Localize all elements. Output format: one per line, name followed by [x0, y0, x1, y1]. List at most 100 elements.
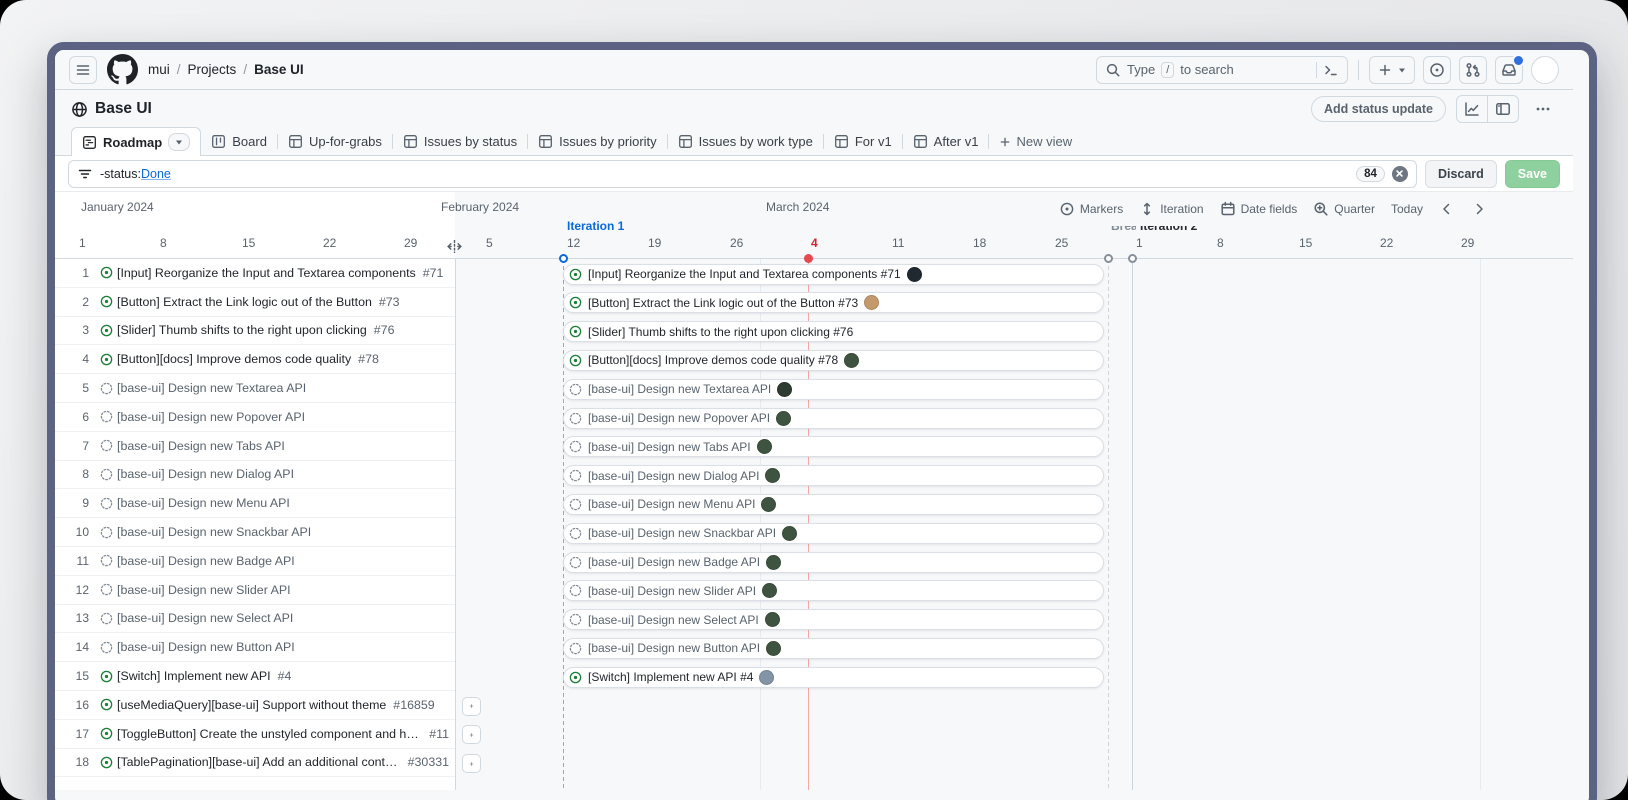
draft-issue-icon: [95, 554, 117, 567]
row-title: [base-ui] Design new Snackbar API: [117, 525, 311, 539]
tab-issues-by-priority[interactable]: Issues by priority: [528, 128, 667, 155]
table-row[interactable]: 15[Switch] Implement new API#4: [55, 662, 455, 691]
row-number: 7: [55, 439, 95, 453]
control-label: Iteration: [1160, 202, 1203, 216]
zoom-quarter-control[interactable]: Quarter: [1313, 201, 1375, 217]
gantt-bar[interactable]: [Switch] Implement new API #4: [563, 667, 1104, 688]
iteration-control[interactable]: Iteration: [1139, 201, 1203, 217]
tab-board[interactable]: Board: [201, 128, 277, 155]
add-date-button[interactable]: [462, 725, 481, 744]
table-row[interactable]: 16[useMediaQuery][base-ui] Support witho…: [55, 691, 455, 720]
gantt-bar[interactable]: [Button][docs] Improve demos code qualit…: [563, 350, 1104, 371]
row-title: [Switch] Implement new API: [117, 669, 271, 683]
table-row[interactable]: 7[base-ui] Design new Tabs API: [55, 432, 455, 461]
row-number: 4: [55, 352, 95, 366]
gantt-bar[interactable]: [Button] Extract the Link logic out of t…: [563, 292, 1104, 313]
marker-dot[interactable]: [1104, 254, 1113, 263]
view-options-caret[interactable]: [168, 133, 190, 151]
table-row[interactable]: 17[ToggleButton] Create the unstyled com…: [55, 720, 455, 749]
table-row[interactable]: 12[base-ui] Design new Slider API: [55, 576, 455, 605]
gantt-bar[interactable]: [Slider] Thumb shifts to the right upon …: [563, 321, 1104, 342]
filter-input[interactable]: -status:Done 84: [68, 160, 1417, 188]
table-row[interactable]: 10[base-ui] Design new Snackbar API: [55, 518, 455, 547]
insights-button[interactable]: [1457, 96, 1487, 122]
user-avatar[interactable]: [1531, 56, 1559, 84]
gantt-bar[interactable]: [base-ui] Design new Snackbar API: [563, 523, 1104, 544]
table-row[interactable]: 2[Button] Extract the Link logic out of …: [55, 288, 455, 317]
add-date-button[interactable]: [462, 697, 481, 716]
side-panel-button[interactable]: [1487, 96, 1518, 122]
hamburger-menu-button[interactable]: [69, 56, 97, 84]
table-row[interactable]: 14[base-ui] Design new Button API: [55, 633, 455, 662]
tab-issues-by-work-type[interactable]: Issues by work type: [668, 128, 823, 155]
gantt-bar[interactable]: [Input] Reorganize the Input and Textare…: [563, 264, 1104, 285]
table-row[interactable]: 18[TablePagination][base-ui] Add an addi…: [55, 749, 455, 778]
today-marker-dot[interactable]: [804, 254, 813, 263]
gantt-bar[interactable]: [base-ui] Design new Button API: [563, 638, 1104, 659]
result-count-badge: 84: [1356, 166, 1385, 182]
gantt-bar-label: [Switch] Implement new API #4: [588, 670, 753, 684]
project-title-text: Base UI: [95, 100, 152, 118]
table-row[interactable]: 13[base-ui] Design new Select API: [55, 605, 455, 634]
row-number: 8: [55, 467, 95, 481]
command-palette-icon[interactable]: [1323, 62, 1339, 78]
save-button[interactable]: Save: [1505, 160, 1560, 188]
gantt-bar[interactable]: [base-ui] Design new Tabs API: [563, 436, 1104, 457]
search-placeholder-post: to search: [1180, 62, 1233, 77]
gantt-bar[interactable]: [base-ui] Design new Select API: [563, 609, 1104, 630]
row-title: [base-ui] Design new Select API: [117, 611, 293, 625]
filter-query-value[interactable]: Done: [141, 167, 171, 181]
marker-dot[interactable]: [1128, 254, 1137, 263]
tab-for-v1[interactable]: For v1: [824, 128, 902, 155]
tab-roadmap[interactable]: Roadmap: [71, 127, 201, 156]
table-row[interactable]: 9[base-ui] Design new Menu API: [55, 489, 455, 518]
table-row[interactable]: 4[Button][docs] Improve demos code quali…: [55, 345, 455, 374]
row-title: [useMediaQuery][base-ui] Support without…: [117, 698, 386, 712]
table-row[interactable]: 11[base-ui] Design new Badge API: [55, 547, 455, 576]
table-row[interactable]: 5[base-ui] Design new Textarea API: [55, 374, 455, 403]
add-status-update-button[interactable]: Add status update: [1311, 96, 1446, 122]
issues-button[interactable]: [1423, 56, 1451, 84]
create-new-button[interactable]: [1369, 56, 1415, 84]
markers-control[interactable]: Markers: [1059, 201, 1123, 217]
tab-up-for-grabs[interactable]: Up-for-grabs: [278, 128, 392, 155]
gantt-bar[interactable]: [base-ui] Design new Slider API: [563, 580, 1104, 601]
row-title: [Slider] Thumb shifts to the right upon …: [117, 323, 367, 337]
table-row[interactable]: 1[Input] Reorganize the Input and Textar…: [55, 259, 455, 288]
github-logo-icon[interactable]: [107, 54, 138, 85]
add-date-button[interactable]: [462, 754, 481, 773]
draft-issue-icon: [569, 584, 582, 597]
gantt-bar[interactable]: [base-ui] Design new Textarea API: [563, 379, 1104, 400]
today-button[interactable]: Today: [1391, 202, 1423, 216]
table-row[interactable]: 3[Slider] Thumb shifts to the right upon…: [55, 317, 455, 346]
column-resize-handle[interactable]: [446, 238, 463, 255]
gantt-bar[interactable]: [base-ui] Design new Dialog API: [563, 465, 1104, 486]
table-row[interactable]: 8[base-ui] Design new Dialog API: [55, 461, 455, 490]
draft-issue-icon: [569, 642, 582, 655]
gantt-bar[interactable]: [base-ui] Design new Popover API: [563, 408, 1104, 429]
search-placeholder-pre: Type: [1127, 62, 1155, 77]
open-issue-icon: [569, 354, 582, 367]
gantt-bar-label: [base-ui] Design new Menu API: [588, 497, 755, 511]
tab-after-v1[interactable]: After v1: [903, 128, 989, 155]
gantt-bar[interactable]: [base-ui] Design new Badge API: [563, 552, 1104, 573]
breadcrumb-item[interactable]: Projects: [188, 62, 237, 77]
iteration-marker-dot[interactable]: [559, 254, 568, 263]
scroll-right-button[interactable]: [1471, 201, 1487, 217]
clear-filter-button[interactable]: [1392, 166, 1408, 182]
breadcrumb-item[interactable]: Base UI: [254, 62, 304, 77]
date-tick: 22: [323, 236, 336, 250]
table-row[interactable]: 6[base-ui] Design new Popover API: [55, 403, 455, 432]
breadcrumb-item[interactable]: mui: [148, 62, 170, 77]
gantt-bar[interactable]: [base-ui] Design new Menu API: [563, 494, 1104, 515]
project-menu-button[interactable]: [1529, 95, 1557, 123]
date-fields-control[interactable]: Date fields: [1220, 201, 1298, 217]
new-view-button[interactable]: New view: [989, 134, 1082, 149]
row-title: [base-ui] Design new Popover API: [117, 410, 305, 424]
discard-button[interactable]: Discard: [1425, 160, 1497, 188]
pull-requests-button[interactable]: [1459, 56, 1487, 84]
search-input[interactable]: Type / to search: [1096, 56, 1348, 84]
tab-issues-by-status[interactable]: Issues by status: [393, 128, 527, 155]
scroll-left-button[interactable]: [1439, 201, 1455, 217]
date-tick: 15: [1299, 236, 1312, 250]
